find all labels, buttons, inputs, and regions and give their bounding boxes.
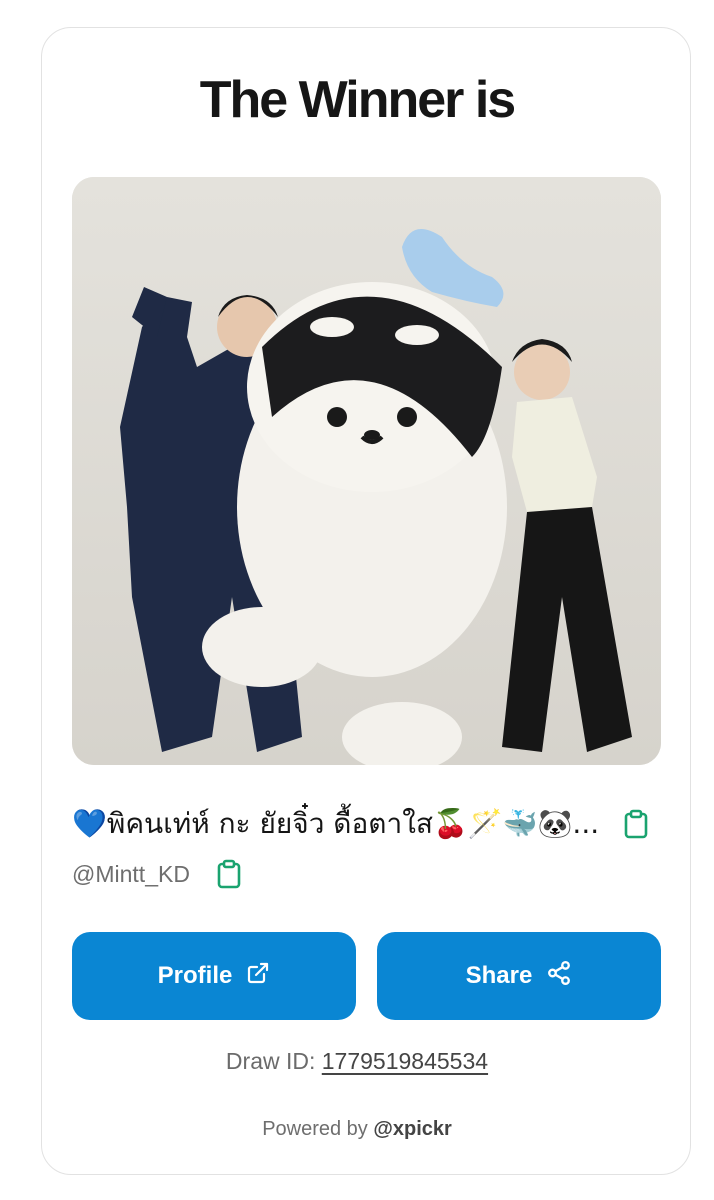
share-button[interactable]: Share xyxy=(377,932,661,1020)
page-title: The Winner is xyxy=(199,71,516,129)
winner-handle: @Mintt_KD xyxy=(72,860,190,887)
winner-handle-row: @Mintt_KD xyxy=(72,858,242,890)
powered-by: Powered by @xpickr xyxy=(0,1118,714,1141)
powered-by-link[interactable]: @xpickr xyxy=(373,1118,451,1140)
draw-id-line: Draw ID: 1779519845534 xyxy=(0,1048,714,1075)
winner-name: 💙พิคนเท่ห์ กะ ยัยจิ๋ว ดื้อตาใส🍒🪄🐳🐼... xyxy=(72,807,600,840)
profile-button-label: Profile xyxy=(157,962,233,989)
draw-id-label: Draw ID: xyxy=(225,1048,316,1074)
external-link-icon xyxy=(246,961,270,992)
clipboard-icon[interactable] xyxy=(216,859,242,889)
winner-photo xyxy=(72,177,661,765)
profile-button[interactable]: Profile xyxy=(72,932,356,1020)
draw-id-link[interactable]: 1779519845534 xyxy=(322,1048,488,1074)
clipboard-icon[interactable] xyxy=(623,809,649,839)
share-button-label: Share xyxy=(465,962,533,989)
winner-name-row: 💙พิคนเท่ห์ กะ ยัยจิ๋ว ดื้อตาใส🍒🪄🐳🐼... xyxy=(72,806,649,842)
share-nodes-icon xyxy=(546,960,572,993)
powered-by-label: Powered by xyxy=(262,1118,368,1140)
